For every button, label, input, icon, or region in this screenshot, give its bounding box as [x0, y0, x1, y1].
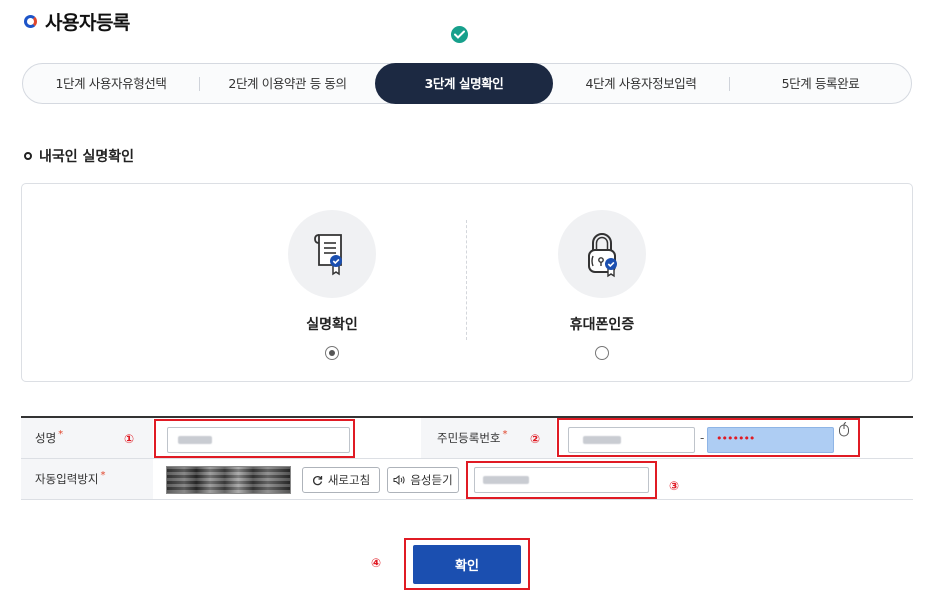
highlight-box-2 [557, 418, 860, 457]
confirm-button[interactable]: 확인 [413, 545, 521, 584]
annotation-number-3: ③ [669, 479, 680, 493]
highlight-box-3 [466, 461, 657, 499]
section-title-text: 내국인 실명확인 [39, 149, 135, 165]
radio-real-name[interactable] [325, 346, 339, 360]
page-title-text: 사용자등록 [45, 12, 130, 34]
annotation-number-1: ① [124, 432, 135, 446]
step-3-active: 3단계 실명확인 [375, 63, 553, 104]
method-real-name[interactable]: 실명확인 [272, 210, 392, 360]
refresh-label: 새로고침 [327, 473, 371, 487]
speaker-icon [393, 475, 405, 485]
step-1: 1단계 사용자유형선택 [55, 76, 167, 91]
refresh-captcha-button[interactable]: 새로고침 [302, 467, 380, 493]
method-icon-circle [558, 210, 646, 298]
step-progress: 1단계 사용자유형선택 2단계 이용약관 등 동의 3단계 실명확인 4단계 사… [22, 63, 912, 104]
annotation-number-4: ④ [371, 556, 382, 570]
method-label: 실명확인 [306, 317, 358, 333]
step-check-icon [449, 24, 470, 45]
method-phone[interactable]: 휴대폰인증 [542, 210, 662, 360]
required-mark: * [100, 470, 106, 481]
required-mark: * [502, 429, 508, 440]
title-ring-icon [24, 15, 37, 28]
method-divider [466, 220, 467, 340]
audio-label: 음성듣기 [410, 473, 453, 487]
captcha-label: 자동입력방지 * [21, 459, 153, 499]
annotation-number-2: ② [530, 432, 541, 446]
name-label-text: 성명 [35, 431, 57, 445]
method-icon-circle [288, 210, 376, 298]
section-title: 내국인 실명확인 [24, 146, 134, 166]
refresh-icon [312, 475, 322, 485]
step-5: 5단계 등록완료 [781, 76, 860, 91]
required-mark: * [58, 429, 64, 440]
step-4: 4단계 사용자정보입력 [585, 76, 697, 91]
step-2: 2단계 이용약관 등 동의 [228, 76, 347, 91]
bullet-icon [24, 152, 32, 160]
verification-method-box: 실명확인 휴대폰인증 [21, 183, 913, 382]
captcha-image [166, 466, 291, 494]
highlight-box-1 [154, 419, 355, 458]
method-label: 휴대폰인증 [569, 317, 635, 333]
captcha-label-text: 자동입력방지 [35, 472, 99, 486]
radio-phone[interactable] [595, 346, 609, 360]
certificate-icon [314, 234, 342, 276]
audio-captcha-button[interactable]: 음성듣기 [387, 467, 459, 493]
page-title: 사용자등록 [24, 8, 130, 35]
rrn-label-text: 주민등록번호 [437, 431, 501, 445]
lock-icon [588, 233, 617, 278]
